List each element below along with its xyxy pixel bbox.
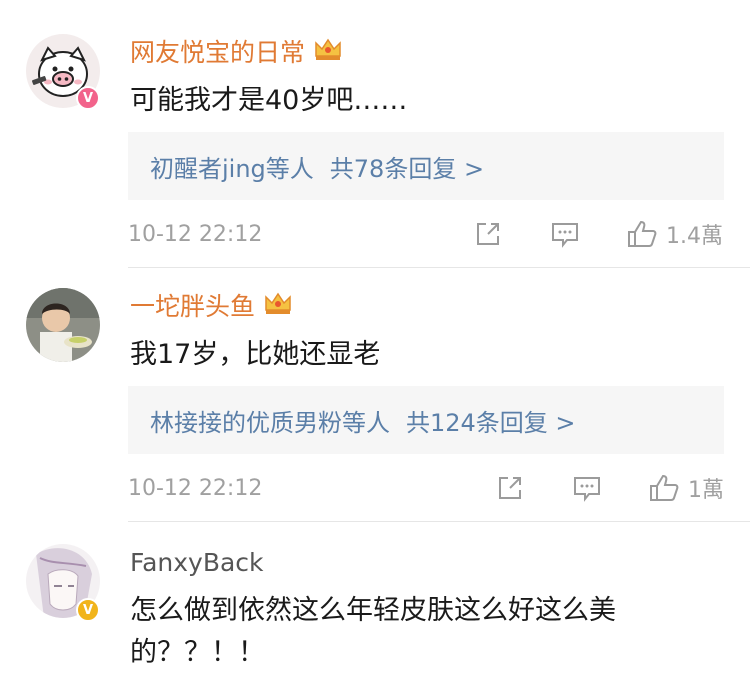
- username-text: 一坨胖头鱼: [130, 291, 256, 321]
- comment-text: 怎么做到依然这么年轻皮肤这么好这么美 的？？！！: [130, 590, 730, 674]
- verified-badge: V: [76, 598, 100, 622]
- replies-names: 林接接的优质男粉等人: [150, 408, 390, 437]
- child-photo-avatar: [26, 288, 100, 362]
- username[interactable]: FanxyBack: [130, 548, 264, 578]
- comment-icon: [552, 223, 578, 248]
- thumbs-up-icon: [650, 474, 679, 501]
- crown-icon: [313, 36, 343, 69]
- share-icon: [499, 477, 521, 499]
- timestamp: 10-12 22:12: [128, 222, 263, 247]
- like-button[interactable]: 1萬: [648, 472, 724, 504]
- username-text: FanxyBack: [130, 548, 264, 577]
- crown-icon: [263, 290, 293, 323]
- username[interactable]: 一坨胖头鱼: [130, 290, 293, 323]
- like-button[interactable]: 1.4萬: [626, 218, 723, 250]
- comment-text-line: 的？？！！: [130, 637, 265, 668]
- username-text: 网友悦宝的日常: [130, 37, 306, 67]
- comment-item: V 网友悦宝的日常 可能我才是40岁吧…… 初醒者jing等人 共78条回复 >…: [0, 0, 750, 268]
- comment-button[interactable]: [572, 474, 602, 502]
- like-count: 1.4萬: [666, 224, 723, 249]
- replies-preview[interactable]: 林接接的优质男粉等人 共124条回复 >: [128, 386, 724, 454]
- share-button[interactable]: [496, 474, 524, 502]
- replies-names: 初醒者jing等人: [150, 154, 314, 183]
- replies-count: 共124条回复 >: [406, 408, 576, 437]
- comment-button[interactable]: [550, 220, 580, 248]
- comment-item: 一坨胖头鱼 我17岁，比她还显老 林接接的优质男粉等人 共124条回复 > 10…: [0, 268, 750, 522]
- replies-count: 共78条回复 >: [329, 154, 485, 183]
- comment-text: 可能我才是40岁吧……: [130, 85, 408, 116]
- comment-text: 我17岁，比她还显老: [130, 339, 381, 370]
- comment-text-line: 怎么做到依然这么年轻皮肤这么好这么美: [130, 595, 616, 626]
- timestamp: 10-12 22:12: [128, 476, 263, 501]
- verified-badge: V: [76, 86, 100, 110]
- share-icon: [477, 223, 499, 245]
- like-count: 1萬: [688, 478, 724, 503]
- replies-preview[interactable]: 初醒者jing等人 共78条回复 >: [128, 132, 724, 200]
- thumbs-up-icon: [628, 220, 657, 247]
- badge-label: V: [82, 602, 94, 618]
- username[interactable]: 网友悦宝的日常: [130, 36, 343, 69]
- comment-item: V FanxyBack 怎么做到依然这么年轻皮肤这么好这么美 的？？！！: [0, 522, 750, 686]
- avatar[interactable]: [26, 288, 100, 362]
- share-button[interactable]: [474, 220, 502, 248]
- comment-icon: [574, 477, 600, 502]
- badge-label: V: [82, 90, 94, 106]
